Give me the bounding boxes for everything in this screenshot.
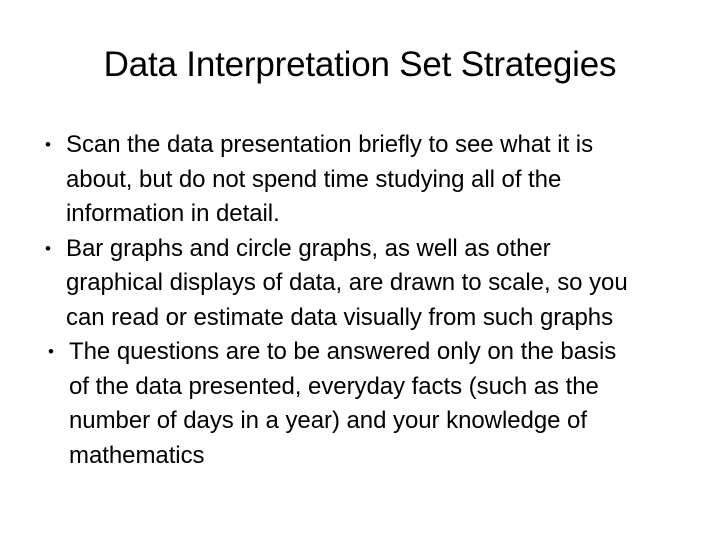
list-item: • Bar graphs and circle graphs, as well … bbox=[42, 232, 682, 336]
list-item: • Scan the data presentation briefly to … bbox=[42, 128, 682, 232]
text-line: Bar graphs and circle graphs, as well as… bbox=[66, 234, 551, 262]
text-line: about, but do not spend time studying al… bbox=[66, 165, 562, 193]
bullet-point-icon: • bbox=[48, 342, 54, 361]
text-line: The questions are to be answered only on… bbox=[69, 338, 617, 365]
bullet-point-icon: • bbox=[45, 135, 51, 154]
text-line: information in detail. bbox=[66, 200, 280, 227]
page-title: Data Interpretation Set Strategies bbox=[103, 45, 617, 84]
text-line: number of days in a year) and your knowl… bbox=[69, 407, 587, 434]
text-line: mathematics bbox=[69, 441, 205, 469]
text-line: graphical displays of data, are drawn to… bbox=[66, 269, 628, 296]
slide-canvas: Data Interpretation Set Strategies • Sca… bbox=[0, 0, 720, 540]
text-line: of the data presented, everyday facts (s… bbox=[69, 372, 599, 400]
list-item-text: Scan the data presentation briefly to se… bbox=[66, 128, 682, 232]
list-item: • The questions are to be answered only … bbox=[45, 335, 682, 473]
bullet-list: • Scan the data presentation briefly to … bbox=[42, 128, 682, 473]
text-line: Scan the data presentation briefly to se… bbox=[66, 131, 594, 158]
list-item-text: The questions are to be answered only on… bbox=[69, 335, 682, 473]
bullet-point-icon: • bbox=[45, 238, 51, 258]
text-line: can read or estimate data visually from … bbox=[66, 303, 614, 331]
list-item-text: Bar graphs and circle graphs, as well as… bbox=[66, 232, 682, 336]
